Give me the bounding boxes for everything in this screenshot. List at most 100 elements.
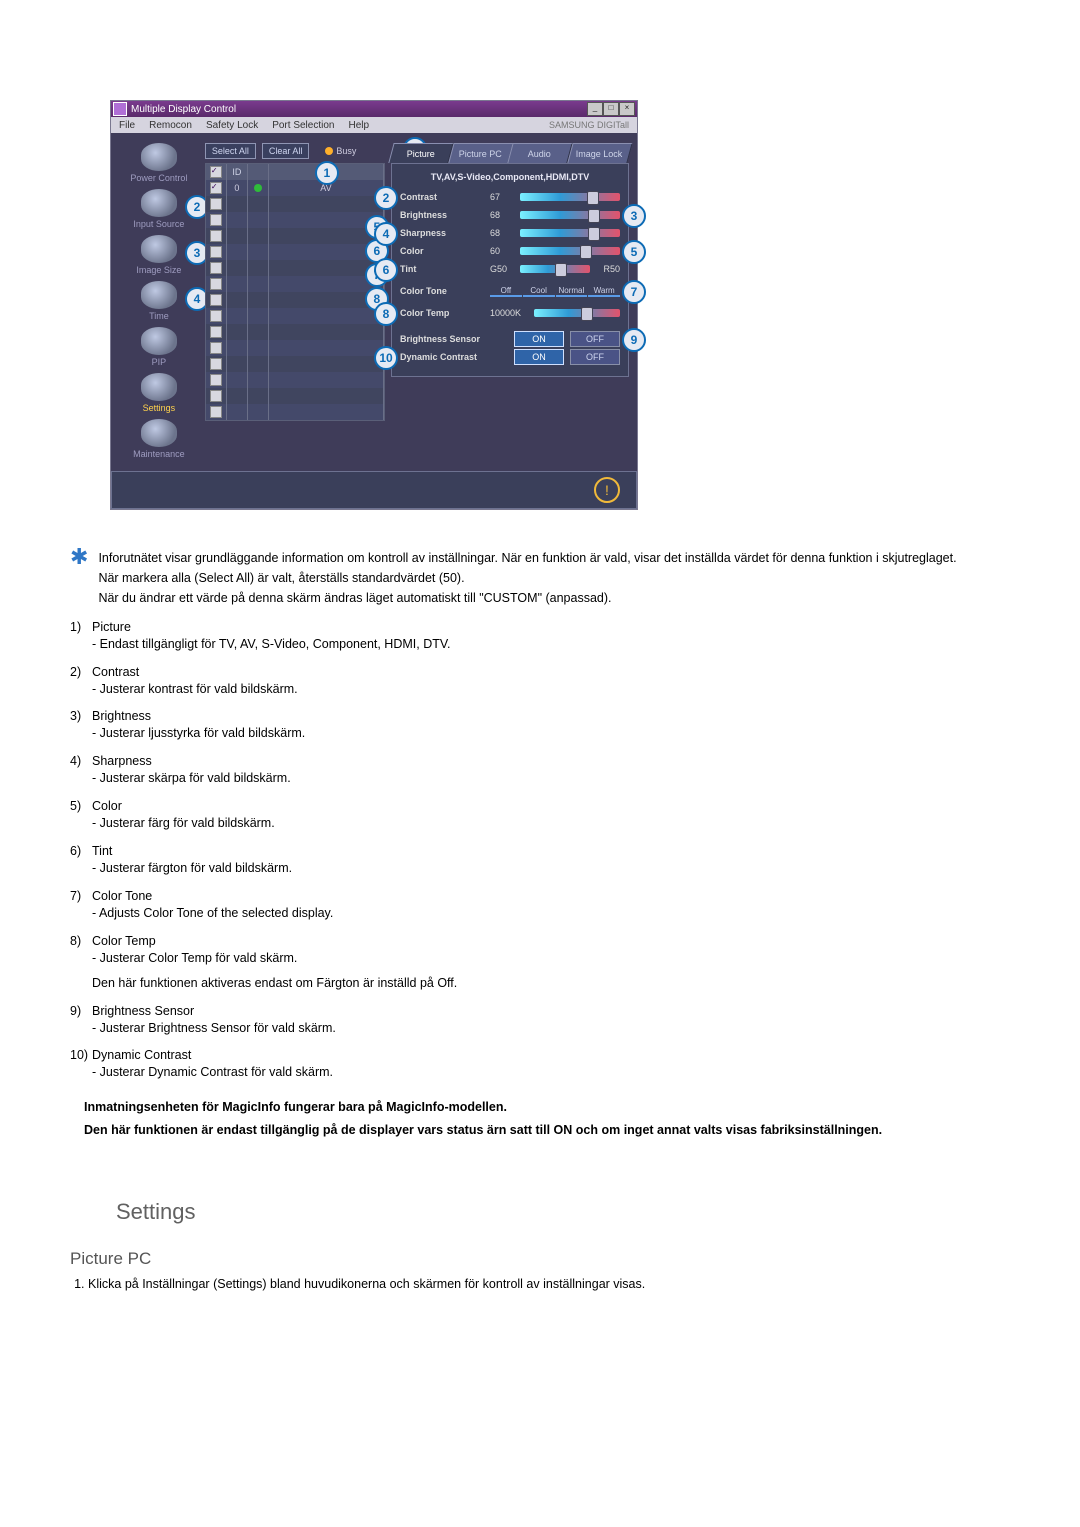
tab-audio[interactable]: Audio [507, 143, 572, 163]
menubar: File Remocon Safety Lock Port Selection … [111, 117, 637, 133]
table-row[interactable] [206, 340, 384, 356]
table-row[interactable] [206, 292, 384, 308]
step-item: Klicka på Inställningar (Settings) bland… [88, 1277, 1010, 1291]
sidebar: Power Control Input Source2 Image Size3 … [119, 143, 199, 459]
clear-all-button[interactable]: Clear All [262, 143, 310, 159]
select-all-button[interactable]: Select All [205, 143, 256, 159]
menu-remocon[interactable]: Remocon [149, 120, 192, 131]
doc-item: 2)Contrast- Justerar kontrast för vald b… [70, 665, 1010, 698]
checkbox-icon[interactable] [210, 166, 222, 178]
table-row[interactable]: 0 AV [206, 180, 384, 196]
row-checkbox[interactable] [210, 326, 222, 338]
doc-item: 7)Color Tone- Adjusts Color Tone of the … [70, 889, 1010, 922]
colortone-label: Color Tone [400, 286, 486, 296]
menu-file[interactable]: File [119, 120, 135, 131]
col-id: ID [227, 164, 248, 180]
row-checkbox[interactable] [210, 230, 222, 242]
colortemp-label: Color Temp [400, 308, 486, 318]
close-button[interactable]: × [619, 102, 635, 116]
table-row[interactable] [206, 196, 384, 212]
sharpness-slider[interactable] [520, 229, 620, 237]
row-checkbox[interactable] [210, 342, 222, 354]
row-checkbox[interactable] [210, 390, 222, 402]
bsensor-on-button[interactable]: ON [514, 331, 564, 347]
doc-item: 8)Color Temp- Justerar Color Temp för va… [70, 934, 1010, 992]
colortone-select[interactable]: OffCoolNormalWarm [490, 286, 620, 297]
callout-icon: 9 [622, 328, 646, 352]
sidebar-item-time[interactable]: Time4 [123, 281, 195, 321]
table-row[interactable] [206, 324, 384, 340]
table-row[interactable] [206, 244, 384, 260]
sidebar-item-power[interactable]: Power Control [123, 143, 195, 183]
row-checkbox[interactable] [210, 278, 222, 290]
doc-item: 4)Sharpness- Justerar skärpa för vald bi… [70, 754, 1010, 787]
row-checkbox[interactable] [210, 358, 222, 370]
dcontrast-off-button[interactable]: OFF [570, 349, 620, 365]
tab-imagelock[interactable]: Image Lock [567, 143, 632, 163]
menu-portselection[interactable]: Port Selection [272, 120, 334, 131]
sidebar-item-imagesize[interactable]: Image Size3 [123, 235, 195, 275]
tab-picture[interactable]: Picture [388, 143, 453, 163]
status-bar: ! [111, 471, 637, 509]
note-line: Inforutnätet visar grundläggande informa… [98, 550, 956, 567]
dcontrast-on-button[interactable]: ON [514, 349, 564, 365]
app-icon [113, 102, 127, 116]
table-row[interactable] [206, 308, 384, 324]
row-checkbox[interactable] [210, 406, 222, 418]
col-check[interactable] [206, 164, 227, 180]
table-row[interactable] [206, 372, 384, 388]
contrast-slider[interactable] [520, 193, 620, 201]
picturepc-heading: Picture PC [70, 1249, 1010, 1269]
sidebar-item-input[interactable]: Input Source2 [123, 189, 195, 229]
status-on-icon [254, 184, 262, 192]
color-label: Color [400, 246, 486, 256]
table-row[interactable] [206, 356, 384, 372]
color-slider[interactable] [520, 247, 620, 255]
callout-icon: 3 [622, 204, 646, 228]
pip-icon [141, 327, 177, 355]
busy-dot-icon [325, 147, 333, 155]
table-row[interactable] [206, 388, 384, 404]
colortemp-slider[interactable] [534, 309, 620, 317]
doc-item: 5)Color- Justerar färg för vald bildskär… [70, 799, 1010, 832]
window-title: Multiple Display Control [131, 104, 236, 115]
doc-item: 6)Tint- Justerar färgton för vald bildsk… [70, 844, 1010, 877]
tint-slider[interactable] [520, 265, 590, 273]
row-checkbox[interactable] [210, 374, 222, 386]
col-input: Input [269, 164, 384, 180]
availability-label: TV,AV,S-Video,Component,HDMI,DTV [400, 172, 620, 182]
menu-help[interactable]: Help [348, 120, 369, 131]
table-row[interactable] [206, 228, 384, 244]
row-checkbox[interactable] [210, 262, 222, 274]
sidebar-item-settings[interactable]: Settings [123, 373, 195, 413]
star-icon: ✱ [70, 550, 88, 610]
app-window: Multiple Display Control _ □ × File Remo… [110, 100, 638, 510]
brightness-slider[interactable] [520, 211, 620, 219]
row-checkbox[interactable] [210, 214, 222, 226]
tab-picturepc[interactable]: Picture PC [448, 143, 513, 163]
callout-icon: 5 [622, 240, 646, 264]
titlebar: Multiple Display Control _ □ × [111, 101, 637, 117]
maximize-button[interactable]: □ [603, 102, 619, 116]
row-checkbox[interactable] [210, 310, 222, 322]
table-row[interactable] [206, 212, 384, 228]
settings-icon [141, 373, 177, 401]
sidebar-item-maintenance[interactable]: Maintenance [123, 419, 195, 459]
bold-note: Inmatningsenheten för MagicInfo fungerar… [84, 1099, 1010, 1116]
sidebar-item-pip[interactable]: PIP [123, 327, 195, 367]
doc-item: 10)Dynamic Contrast- Justerar Dynamic Co… [70, 1048, 1010, 1081]
bsensor-off-button[interactable]: OFF [570, 331, 620, 347]
row-checkbox[interactable] [210, 246, 222, 258]
row-checkbox[interactable] [210, 294, 222, 306]
table-row[interactable] [206, 260, 384, 276]
minimize-button[interactable]: _ [587, 102, 603, 116]
warning-icon: ! [594, 477, 620, 503]
imagesize-icon [141, 235, 177, 263]
doc-item: 9)Brightness Sensor- Justerar Brightness… [70, 1004, 1010, 1037]
row-checkbox[interactable] [210, 198, 222, 210]
row-checkbox[interactable] [210, 182, 222, 194]
table-row[interactable] [206, 404, 384, 420]
table-row[interactable] [206, 276, 384, 292]
menu-safetylock[interactable]: Safety Lock [206, 120, 258, 131]
busy-indicator: Busy [325, 146, 356, 156]
